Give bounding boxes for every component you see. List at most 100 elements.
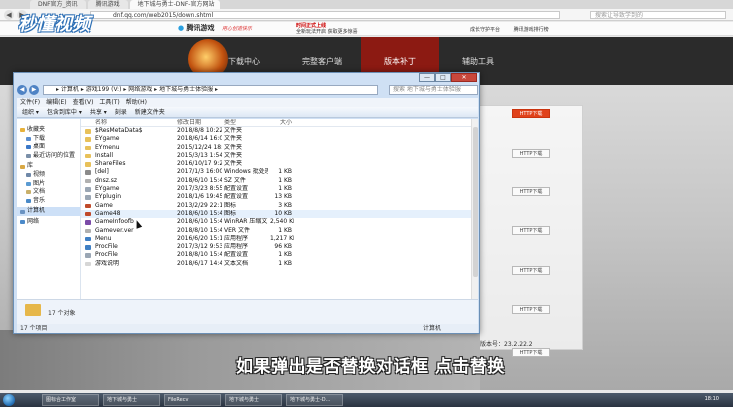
menu-help[interactable]: 帮助(H) (126, 98, 147, 107)
menu-file[interactable]: 文件(F) (20, 98, 40, 107)
file-row[interactable]: Game48 2018/6/10 15:41 图标 10 KB (81, 209, 478, 219)
window-titlebar[interactable]: — □ ✕ (14, 73, 479, 84)
start-button[interactable] (3, 394, 15, 406)
forward-icon[interactable]: ▶ (29, 85, 39, 95)
nav-pane-item[interactable]: 计算机 (17, 207, 80, 216)
taskbar-item[interactable]: FileRecv (164, 394, 221, 406)
address-bar[interactable]: dnf.qq.com/web2015/down.shtml (90, 11, 560, 19)
column-size[interactable]: 大小 (268, 119, 294, 126)
menu-edit[interactable]: 编辑(E) (46, 98, 66, 107)
promo-banner[interactable]: 时间正式上线 全新玩法开启 获取更多惊喜 (296, 23, 358, 35)
file-type: Windows 批处理... (224, 168, 268, 176)
menu-tools[interactable]: 工具(T) (99, 98, 119, 107)
tencent-games-logo[interactable]: ● 腾讯游戏 (178, 23, 215, 33)
scrollbar[interactable] (471, 119, 478, 299)
file-row[interactable]: dnsz.sz 2018/6/10 15:43 SZ 文件 1 KB (81, 177, 478, 185)
maximize-icon[interactable]: □ (435, 73, 451, 82)
ranking-link[interactable]: 腾讯游戏排行榜 (514, 27, 549, 33)
browser-search-input[interactable]: 搜索让导致学到的 (590, 11, 726, 19)
share-button[interactable]: 共享 ▾ (90, 107, 107, 117)
growth-guard-link[interactable]: 成长守护平台 (470, 27, 500, 33)
file-row[interactable]: Menu 2016/6/20 15:15应用程序 1,217 KB (81, 235, 478, 243)
file-type: WinRAR 压缩文... (224, 218, 268, 226)
browser-tab-strip: DNF官方_资讯 腾讯游戏 地下城与勇士-DNF-官方网站 (0, 0, 733, 9)
desktop-icon (26, 145, 31, 150)
column-date[interactable]: 修改日期 (175, 119, 222, 126)
http-download-button[interactable]: HTTP下载 (512, 187, 550, 196)
nav-pane-item[interactable]: 音乐 (17, 197, 80, 206)
taskbar-item[interactable]: 地下城与勇士 (103, 394, 160, 406)
explorer-search-input[interactable]: 搜索 地下城与勇士体验服 (389, 85, 478, 95)
nav-pane-item[interactable]: 库 (17, 162, 80, 171)
close-icon[interactable]: ✕ (451, 73, 477, 82)
star-icon (20, 128, 25, 133)
file-row[interactable]: Install 2015/3/13 1:54 文件夹 (81, 152, 478, 160)
back-icon[interactable]: ◀ (17, 85, 27, 95)
nav-pane-item[interactable]: 文档 (17, 188, 80, 197)
file-icon (85, 187, 91, 192)
browser-tab-active[interactable]: 地下城与勇士-DNF-官方网站 (129, 0, 220, 9)
taskbar-item[interactable]: 图标合工作室 (42, 394, 99, 406)
nav-pane-item[interactable]: 桌面 (17, 143, 80, 152)
file-type: 图标 (224, 201, 237, 209)
file-row[interactable]: EYgame 2017/3/23 8:55 配置设置 1 KB (81, 185, 478, 193)
include-in-library-button[interactable]: 包含到库中 ▾ (47, 107, 82, 117)
window-controls: — □ ✕ (419, 73, 477, 82)
http-download-button[interactable]: HTTP下载 (512, 266, 550, 275)
folder-icon (85, 137, 91, 142)
file-icon (85, 245, 91, 250)
burn-button[interactable]: 刻录 (115, 107, 127, 117)
file-name: $ResMetaData$ (81, 127, 175, 135)
network-icon (20, 220, 25, 225)
nav-pane-item[interactable]: 下载 (17, 135, 80, 144)
file-date: 2018/8/10 15:43 (177, 226, 222, 234)
browser-tab[interactable]: DNF官方_资讯 (30, 0, 86, 9)
minimize-icon[interactable]: — (419, 73, 435, 82)
file-type: 应用程序 (224, 234, 249, 242)
nav-pane-item[interactable]: 最近访问的位置 (17, 152, 80, 161)
file-name-text: Gamever.ver (95, 226, 134, 234)
http-download-button[interactable]: HTTP下载 (512, 109, 550, 118)
scroll-thumb[interactable] (473, 127, 478, 277)
file-date: 2018/6/14 16:00 (177, 135, 222, 143)
file-row[interactable]: ProcFile 2018/8/10 15:43 配置设置 1 KB (81, 251, 478, 259)
http-download-button[interactable]: HTTP下载 (512, 305, 550, 314)
taskbar-item[interactable]: 地下城与勇士 (225, 394, 282, 406)
file-row[interactable]: Gamever.ver 2018/8/10 15:43 VER 文件 1 KB (81, 227, 478, 235)
file-date: 2018/6/17 14:48 (177, 259, 222, 267)
taskbar-item[interactable]: 地下城与勇士-D... (286, 394, 343, 406)
file-row[interactable]: Game 2013/2/29 22:19 图标 3 KB (81, 202, 478, 210)
file-row[interactable]: EYgame 2018/6/14 16:00 文件夹 (81, 135, 478, 143)
breadcrumb[interactable]: ▸ 计算机 ▸ 游戏199 (V:) ▸ 网络游戏 ▸ 地下城与勇士体验服 ▸ (43, 85, 378, 95)
file-name-text: EYmenu (95, 143, 120, 151)
file-name: ProcFile (81, 243, 175, 251)
file-type: 文件夹 (224, 143, 243, 151)
file-row[interactable]: $ResMetaData$ 2018/8/8 10:22 文件夹 (81, 127, 478, 135)
file-row[interactable]: EYmenu 2015/12/24 18:00文件夹 (81, 144, 478, 152)
column-name[interactable]: 名称 (81, 119, 175, 126)
new-folder-button[interactable]: 新建文件夹 (135, 107, 165, 117)
http-download-button[interactable]: HTTP下载 (512, 149, 550, 158)
file-row[interactable]: ShareFiles 2016/10/17 9:23 文件夹 (81, 160, 478, 168)
nav-pane-label: 图片 (33, 179, 46, 187)
http-download-button[interactable]: HTTP下载 (512, 226, 550, 235)
file-row[interactable]: ProcFile 2017/3/12 9:53 应用程序 96 KB (81, 243, 478, 251)
nav-pane-item[interactable]: 图片 (17, 180, 80, 189)
file-row[interactable]: [del] 2017/1/3 16:00Windows 批处理... 1 KB (81, 168, 478, 176)
back-icon[interactable]: ◀ (4, 10, 14, 20)
column-type[interactable]: 类型 (222, 119, 268, 126)
nav-pane-label: 音乐 (33, 196, 46, 204)
file-row[interactable]: 游戏说明 2018/6/17 14:48 文本文档 1 KB (81, 260, 478, 268)
file-row[interactable]: EYplugin 2018/1/6 19:45 配置设置 13 KB (81, 193, 478, 201)
file-date: 2013/2/29 22:19 (177, 201, 222, 209)
nav-pane-item[interactable]: 网络 (17, 218, 80, 227)
nav-pane-item[interactable]: 视频 (17, 171, 80, 180)
file-size: 3 KB (278, 201, 292, 209)
nav-pane-item[interactable]: 收藏夹 (17, 126, 80, 135)
browser-tab[interactable]: 腾讯游戏 (87, 0, 128, 9)
taskbar-clock[interactable]: 18:10 (705, 396, 719, 402)
brand-text: 腾讯游戏 (186, 24, 215, 32)
organize-button[interactable]: 组织 ▾ (22, 107, 39, 117)
menu-view[interactable]: 查看(V) (73, 98, 94, 107)
http-download-button[interactable]: HTTP下载 (512, 348, 550, 357)
